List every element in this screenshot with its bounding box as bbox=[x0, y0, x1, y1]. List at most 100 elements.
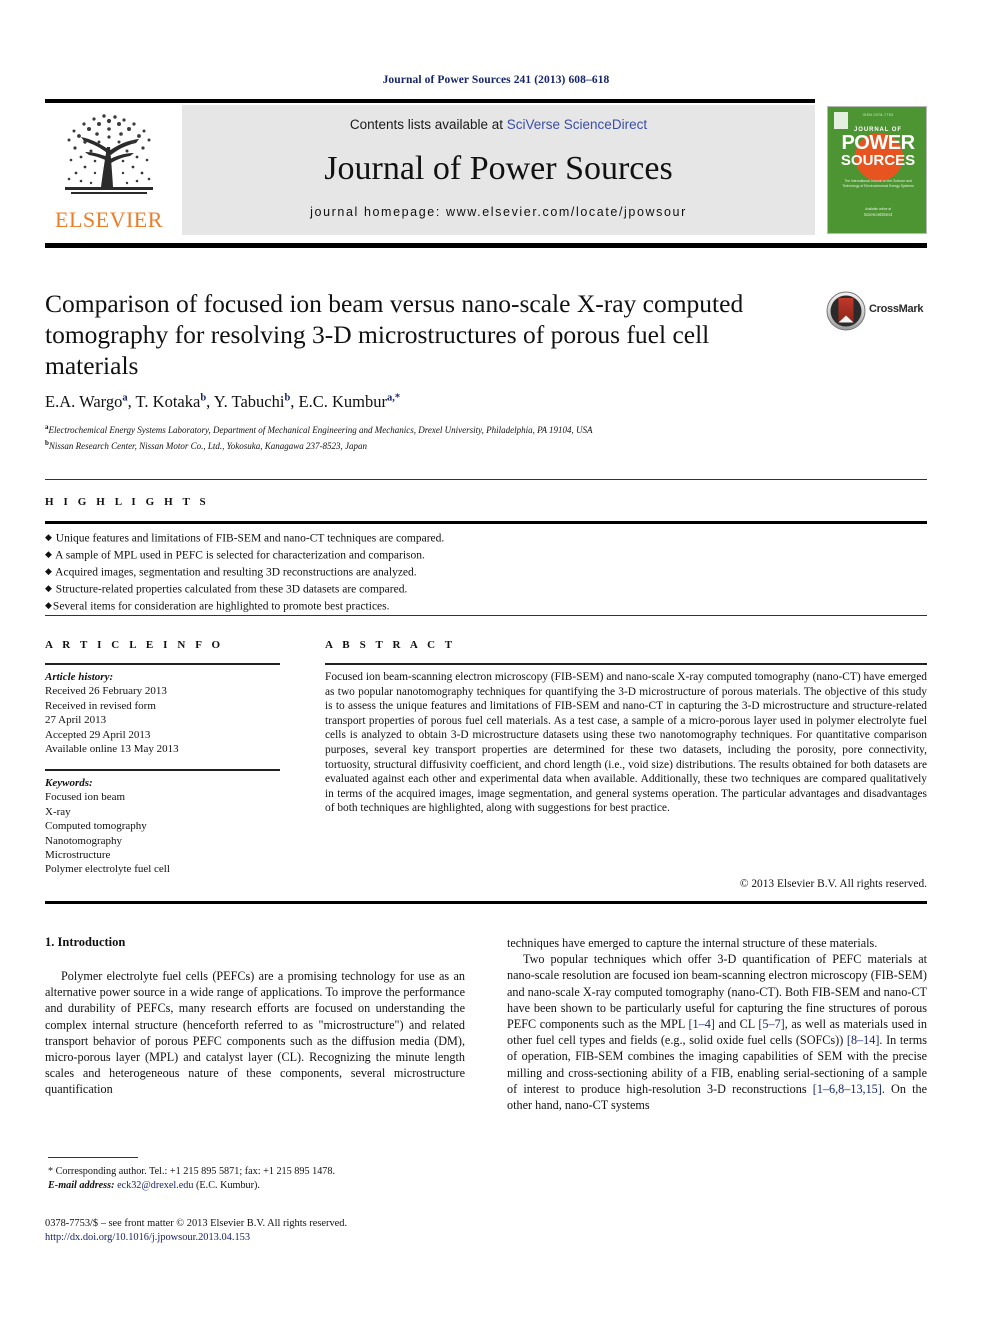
highlight-item: ◆ Unique features and limitations of FIB… bbox=[45, 530, 927, 547]
highlight-item: ◆ Acquired images, segmentation and resu… bbox=[45, 564, 927, 581]
highlight-text: Several items for consideration are high… bbox=[52, 600, 390, 613]
intro-paragraph-right-continued: techniques have emerged to capture the i… bbox=[507, 936, 878, 950]
elsevier-wordmark: ELSEVIER bbox=[55, 207, 163, 232]
affiliation-text: Electrochemical Energy Systems Laborator… bbox=[48, 425, 593, 435]
email-link[interactable]: eck32@drexel.edu bbox=[117, 1180, 193, 1191]
highlights-heading: H I G H L I G H T S bbox=[45, 496, 210, 508]
bullet-icon: ◆ bbox=[45, 583, 52, 594]
masthead-top-rule bbox=[45, 99, 815, 103]
front-matter-line: 0378-7753/$ – see front matter © 2013 El… bbox=[45, 1218, 348, 1229]
highlight-text: Structure-related properties calculated … bbox=[55, 583, 408, 596]
divider-above-highlights bbox=[45, 479, 927, 480]
author-item[interactable]: E.C. Kumbura,* bbox=[299, 392, 401, 411]
cover-power: POWER bbox=[841, 132, 915, 154]
intro-paragraph-left: Polymer electrolyte fuel cells (PEFCs) a… bbox=[45, 969, 465, 1097]
affiliation-a: aElectrochemical Energy Systems Laborato… bbox=[45, 421, 905, 437]
bullet-icon: ◆ bbox=[45, 549, 52, 560]
highlight-item: ◆ Structure-related properties calculate… bbox=[45, 581, 927, 598]
author-affil-marker: b bbox=[200, 392, 207, 404]
cover-sciencedirect: ScienceDirect bbox=[863, 212, 893, 217]
abstract-text: Focused ion beam-scanning electron micro… bbox=[325, 671, 927, 815]
cover-bottom-text: Available online at ScienceDirect bbox=[838, 207, 918, 217]
abstract-heading: A B S T R A C T bbox=[325, 639, 456, 651]
affiliation-b: bNissan Research Center, Nissan Motor Co… bbox=[45, 437, 905, 453]
history-item: Available online 13 May 2013 bbox=[45, 743, 179, 756]
journal-title: Journal of Power Sources bbox=[324, 150, 673, 187]
citation-ref[interactable]: [1–6,8–13,15] bbox=[813, 1082, 882, 1096]
footnote-divider bbox=[48, 1157, 138, 1158]
history-item: Received in revised form bbox=[45, 699, 156, 712]
footnote-block: * Corresponding author. Tel.: +1 215 895… bbox=[48, 1165, 468, 1193]
corresponding-author-note: * Corresponding author. Tel.: +1 215 895… bbox=[48, 1166, 336, 1177]
article-history-label: Article history: bbox=[45, 671, 114, 683]
email-line: E-mail address: eck32@drexel.edu (E.C. K… bbox=[48, 1179, 468, 1193]
crossmark-label: CrossMark bbox=[869, 303, 924, 315]
divider-above-body bbox=[45, 901, 927, 904]
email-owner: (E.C. Kumbur). bbox=[196, 1180, 260, 1191]
elsevier-logo: ELSEVIER bbox=[45, 105, 173, 235]
keyword-item: Microstructure bbox=[45, 849, 111, 862]
bullet-icon: ◆ bbox=[45, 532, 52, 542]
doi-link[interactable]: http://dx.doi.org/10.1016/j.jpowsour.201… bbox=[45, 1231, 475, 1245]
highlight-text: Acquired images, segmentation and result… bbox=[55, 566, 417, 579]
author-item[interactable]: Y. Tabuchib bbox=[214, 392, 291, 411]
author-item[interactable]: E.A. Wargoa bbox=[45, 392, 128, 411]
citation-ref[interactable]: [1–4] bbox=[688, 1017, 714, 1031]
crossmark-icon bbox=[826, 291, 866, 331]
keyword-item: Computed tomography bbox=[45, 820, 147, 833]
front-matter-block: 0378-7753/$ – see front matter © 2013 El… bbox=[45, 1217, 475, 1245]
divider-below-highlights-heading bbox=[45, 521, 927, 524]
contents-prefix: Contents lists available at bbox=[349, 117, 507, 132]
affiliation-text: Nissan Research Center, Nissan Motor Co.… bbox=[48, 440, 367, 451]
masthead-banner: Contents lists available at SciVerse Sci… bbox=[182, 105, 815, 235]
history-item: Received 26 February 2013 bbox=[45, 685, 167, 698]
keywords-label: Keywords: bbox=[45, 777, 93, 789]
divider-below-highlights bbox=[45, 615, 927, 616]
citation-ref[interactable]: [8–14] bbox=[847, 1033, 880, 1047]
journal-cover-thumbnail: ISSN 0378-7753 JOURNAL OF POWER SOURCES … bbox=[827, 106, 927, 234]
highlight-text: Unique features and limitations of FIB-S… bbox=[55, 532, 445, 545]
author-affil-marker: a bbox=[122, 392, 128, 404]
masthead-bottom-rule bbox=[45, 243, 927, 248]
elsevier-tree-icon bbox=[65, 114, 153, 194]
article-history: Article history: Received 26 February 20… bbox=[45, 670, 280, 756]
keyword-item: Nanotomography bbox=[45, 834, 122, 847]
divider-abstract bbox=[325, 663, 927, 665]
keywords-block: Keywords: Focused ion beam X-ray Compute… bbox=[45, 776, 280, 877]
bullet-icon: ◆ bbox=[45, 566, 52, 577]
history-item: Accepted 29 April 2013 bbox=[45, 728, 151, 741]
author-list: E.A. Wargoa, T. Kotakab, Y. Tabuchib, E.… bbox=[45, 392, 401, 411]
history-item: 27 April 2013 bbox=[45, 714, 107, 727]
cover-sources: SOURCES bbox=[840, 152, 916, 169]
journal-masthead: ELSEVIER Contents lists available at Sci… bbox=[45, 105, 815, 235]
running-head: Journal of Power Sources 241 (2013) 608–… bbox=[382, 74, 610, 86]
citation-ref[interactable]: [5–7] bbox=[758, 1017, 784, 1031]
section-heading-introduction: 1. Introduction bbox=[45, 935, 126, 949]
intro-paragraph-right-2: Two popular techniques which offer 3-D q… bbox=[507, 951, 927, 1113]
keyword-item: X-ray bbox=[45, 805, 71, 818]
copyright-line: © 2013 Elsevier B.V. All rights reserved… bbox=[739, 878, 927, 890]
author-affil-marker: b bbox=[284, 392, 291, 404]
bullet-icon: ◆ bbox=[45, 600, 52, 611]
email-label: E-mail address: bbox=[48, 1180, 115, 1191]
page-title: Comparison of focused ion beam versus na… bbox=[45, 289, 744, 380]
body-column-right: techniques have emerged to capture the i… bbox=[507, 935, 927, 1113]
highlights-list: ◆ Unique features and limitations of FIB… bbox=[45, 530, 927, 615]
article-info-heading: A R T I C L E I N F O bbox=[45, 639, 224, 651]
highlight-item: ◆ A sample of MPL used in PEFC is select… bbox=[45, 547, 927, 564]
author-affil-marker: a,* bbox=[387, 392, 401, 404]
crossmark-badge[interactable]: CrossMark bbox=[826, 291, 926, 333]
cover-issn: ISSN 0378-7753 bbox=[862, 113, 894, 117]
body-text-run: and CL bbox=[714, 1017, 759, 1032]
divider-article-info bbox=[45, 663, 280, 665]
divider-keywords bbox=[45, 769, 280, 771]
author-item[interactable]: T. Kotakab bbox=[136, 392, 207, 411]
sciencedirect-link[interactable]: SciVerse ScienceDirect bbox=[507, 117, 647, 132]
body-column-left: 1. Introduction Polymer electrolyte fuel… bbox=[45, 935, 465, 1098]
keyword-item: Focused ion beam bbox=[45, 791, 126, 804]
journal-homepage-link[interactable]: journal homepage: www.elsevier.com/locat… bbox=[182, 205, 815, 219]
contents-available-line: Contents lists available at SciVerse Sci… bbox=[182, 117, 815, 132]
keyword-item: Polymer electrolyte fuel cell bbox=[45, 863, 170, 876]
highlight-item: ◆Several items for consideration are hig… bbox=[45, 598, 927, 615]
highlight-text: A sample of MPL used in PEFC is selected… bbox=[55, 549, 425, 562]
